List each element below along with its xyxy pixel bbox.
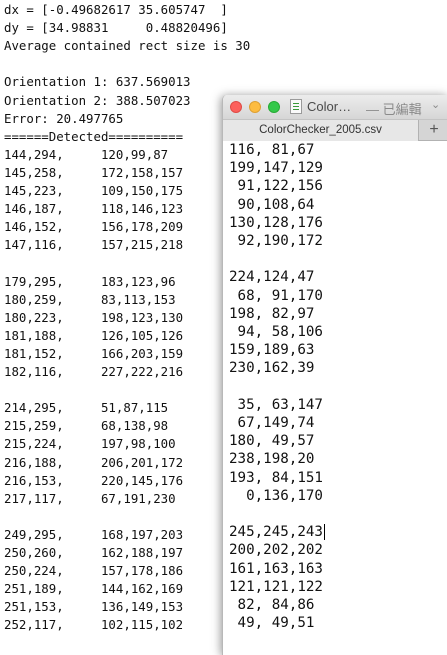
csv-line: 245,245,243 [229,524,323,541]
terminal-line: 215,259, 68,138,98 [4,418,169,434]
terminal-line: 147,116, 157,215,218 [4,237,184,253]
terminal-line: 251,189, 144,162,169 [4,581,184,597]
terminal-line: 180,259, 83,113,153 [4,291,176,307]
csv-line: 130,128,176 [229,214,323,231]
csv-line: 0,136,170 [229,487,323,504]
terminal-line: 251,153, 136,149,153 [4,599,184,615]
terminal-line: 179,295, 183,123,96 [4,273,176,289]
tab-bar: ColorChecker_2005.csv + [223,119,447,141]
terminal-line: Orientation 2: 388.507023 [4,92,191,108]
csv-line: 193, 84,151 [229,469,323,486]
terminal-line: 252,117, 102,115,102 [4,617,184,633]
terminal-line: 181,188, 126,105,126 [4,327,184,343]
text-editor-window[interactable]: Color… — 已編輯 ⌄ ColorChecker_2005.csv + 1… [222,95,447,655]
csv-line: 161,163,163 [229,560,323,577]
csv-line: 200,202,202 [229,542,323,559]
csv-line: 224,124,47 [229,269,315,286]
csv-line: 121,121,122 [229,578,323,595]
terminal-line: 250,224, 157,178,186 [4,563,184,579]
terminal-line: 216,153, 220,145,176 [4,472,184,488]
terminal-line: dy = [34.98831 0.48820496] [4,20,228,36]
csv-line: 116, 81,67 [229,142,315,158]
window-titlebar[interactable]: Color… — 已編輯 ⌄ [223,95,447,119]
terminal-line: ======Detected========== [4,128,184,144]
csv-line: 68, 91,170 [229,287,323,304]
csv-line: 49, 49,51 [229,615,315,632]
terminal-line: 215,224, 197,98,100 [4,436,176,452]
csv-line: 180, 49,57 [229,433,315,450]
terminal-line: 180,223, 198,123,130 [4,309,184,325]
close-button[interactable] [230,101,242,113]
terminal-line: 182,116, 227,222,216 [4,364,184,379]
terminal-line: 146,187, 118,146,123 [4,201,184,217]
tab-colorchecker-csv[interactable]: ColorChecker_2005.csv [223,120,419,141]
csv-line: 91,122,156 [229,178,323,195]
editor-text-area[interactable]: 116, 81,67 199,147,129 91,122,156 90,108,… [223,141,447,655]
window-title: Color… [307,99,352,114]
terminal-line: 145,258, 172,158,157 [4,164,184,180]
terminal-line: 145,223, 109,150,175 [4,183,184,198]
csv-line: 67,149,74 [229,415,315,431]
csv-line: 35, 63,147 [229,396,323,413]
terminal-line: 181,152, 166,203,159 [4,345,184,361]
chevron-down-icon[interactable]: ⌄ [431,98,440,111]
csv-line: 92,190,172 [229,233,323,249]
csv-line: 94, 58,106 [229,324,323,340]
terminal-line: 249,295, 168,197,203 [4,526,184,542]
csv-line: 159,189,63 [229,342,315,359]
spreadsheet-document-icon [290,99,302,114]
add-tab-button[interactable]: + [420,120,447,141]
terminal-line: 144,294, 120,99,87 [4,146,169,162]
terminal-line: Average contained rect size is 30 [4,38,251,54]
csv-line: 238,198,20 [229,451,315,468]
csv-line: 199,147,129 [229,160,323,177]
terminal-line: 146,152, 156,178,209 [4,219,184,235]
csv-line: 198, 82,97 [229,305,315,322]
csv-line: 90,108,64 [229,196,315,213]
terminal-line: 217,117, 67,191,230 [4,490,176,506]
csv-line: 230,162,39 [229,360,315,377]
csv-line: 82, 84,86 [229,597,315,613]
minimize-button[interactable] [249,101,261,113]
terminal-line: 250,260, 162,188,197 [4,545,184,560]
text-cursor [324,524,325,540]
terminal-line: Orientation 1: 637.569013 [4,74,191,90]
terminal-line: 216,188, 206,201,172 [4,454,184,470]
terminal-line: Error: 20.497765 [4,110,124,126]
terminal-line: 214,295, 51,87,115 [4,400,169,416]
zoom-button[interactable] [268,101,280,113]
edited-status[interactable]: — 已編輯 [366,99,422,118]
terminal-line: dx = [-0.49682617 35.605747 ] [4,2,228,17]
